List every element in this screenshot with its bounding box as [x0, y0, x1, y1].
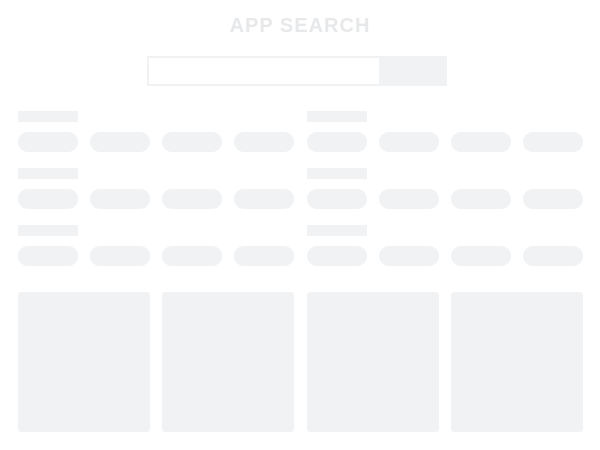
filter-chip[interactable] — [18, 189, 78, 209]
filter-chip[interactable] — [90, 246, 150, 266]
filter-chip[interactable] — [379, 132, 439, 152]
app-title: APP SEARCH — [229, 15, 371, 37]
filter-chip[interactable] — [90, 132, 150, 152]
filter-chip[interactable] — [162, 246, 222, 266]
filter-chip[interactable] — [523, 246, 583, 266]
search-input[interactable] — [147, 56, 379, 86]
result-card[interactable] — [162, 292, 294, 432]
filter-chip[interactable] — [379, 246, 439, 266]
filter-chip[interactable] — [162, 132, 222, 152]
filter-chip[interactable] — [18, 132, 78, 152]
filter-chip[interactable] — [523, 189, 583, 209]
filter-group-label — [18, 111, 78, 122]
filter-chip[interactable] — [90, 189, 150, 209]
filter-chip[interactable] — [379, 189, 439, 209]
filter-chip[interactable] — [234, 189, 294, 209]
filter-chip[interactable] — [451, 189, 511, 209]
filter-chip[interactable] — [307, 189, 367, 209]
filter-group-6 — [307, 225, 583, 267]
filter-chip[interactable] — [162, 189, 222, 209]
result-card[interactable] — [18, 292, 150, 432]
filter-group-label — [18, 168, 78, 179]
filter-chip[interactable] — [451, 246, 511, 266]
result-card[interactable] — [307, 292, 439, 432]
filter-chip[interactable] — [523, 132, 583, 152]
filter-group-label — [307, 225, 367, 236]
filter-group-label — [18, 225, 78, 236]
filter-group-5 — [307, 168, 583, 210]
filter-chip[interactable] — [307, 132, 367, 152]
filter-group-label — [307, 111, 367, 122]
filter-group-4 — [307, 111, 583, 153]
filter-group-2 — [18, 168, 294, 210]
filter-chip[interactable] — [307, 246, 367, 266]
filter-chip[interactable] — [451, 132, 511, 152]
search-form — [147, 56, 447, 86]
filter-chip[interactable] — [18, 246, 78, 266]
filter-group-label — [307, 168, 367, 179]
filter-group-1 — [18, 111, 294, 153]
filter-chip[interactable] — [234, 246, 294, 266]
search-button[interactable] — [379, 56, 447, 86]
result-card[interactable] — [451, 292, 583, 432]
filter-group-3 — [18, 225, 294, 267]
filter-chip[interactable] — [234, 132, 294, 152]
